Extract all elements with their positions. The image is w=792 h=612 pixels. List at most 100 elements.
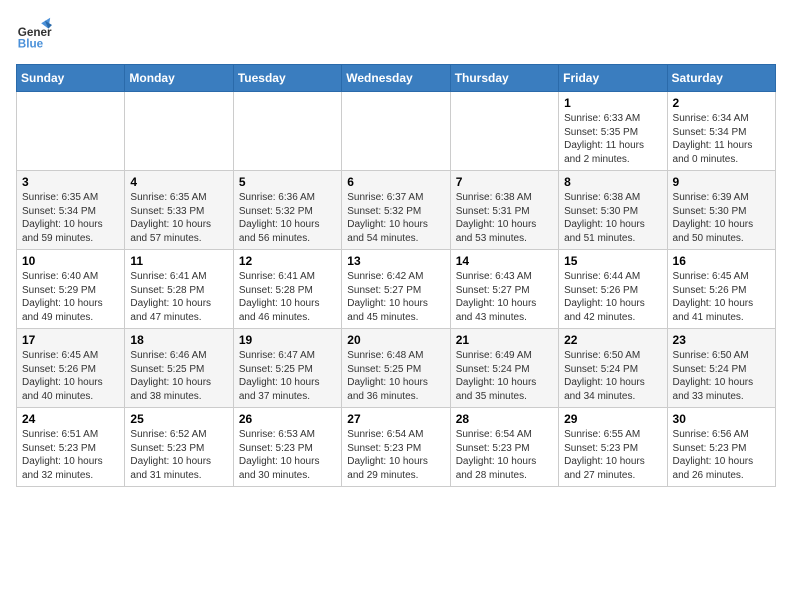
- day-info: Sunrise: 6:40 AM Sunset: 5:29 PM Dayligh…: [22, 270, 119, 324]
- day-number: 19: [239, 333, 336, 347]
- calendar-cell: 17Sunrise: 6:45 AM Sunset: 5:26 PM Dayli…: [17, 329, 125, 408]
- column-header-sunday: Sunday: [17, 65, 125, 92]
- logo-icon: General Blue: [16, 16, 52, 52]
- day-info: Sunrise: 6:43 AM Sunset: 5:27 PM Dayligh…: [456, 270, 553, 324]
- day-info: Sunrise: 6:35 AM Sunset: 5:33 PM Dayligh…: [130, 191, 227, 245]
- day-info: Sunrise: 6:46 AM Sunset: 5:25 PM Dayligh…: [130, 349, 227, 403]
- day-number: 23: [673, 333, 770, 347]
- calendar-cell: [125, 92, 233, 171]
- calendar-cell: 18 Sunrise: 6:46 AM Sunset: 5:25 PM Dayli…: [125, 329, 233, 408]
- day-number: 10: [22, 254, 119, 268]
- day-info: Sunrise: 6:45 AM Sunset: 5:26 PM Dayligh…: [673, 270, 770, 324]
- day-number: 28: [456, 412, 553, 426]
- day-number: 16: [673, 254, 770, 268]
- calendar-cell: [450, 92, 558, 171]
- calendar-cell: 10 Sunrise: 6:40 AM Sunset: 5:29 PM Dayli…: [17, 250, 125, 329]
- day-number: 14: [456, 254, 553, 268]
- calendar-cell: 1Sunrise: 6:33 AM Sunset: 5:35 PM Daylig…: [559, 92, 667, 171]
- day-number: 8: [564, 175, 661, 189]
- day-number: 13: [347, 254, 444, 268]
- calendar-cell: 26 Sunrise: 6:53 AM Sunset: 5:23 PM Dayli…: [233, 408, 341, 487]
- day-info: Sunrise: 6:38 AM Sunset: 5:30 PM Dayligh…: [564, 191, 661, 245]
- day-info: Sunrise: 6:49 AM Sunset: 5:24 PM Dayligh…: [456, 349, 553, 403]
- day-number: 7: [456, 175, 553, 189]
- day-info: Sunrise: 6:41 AM Sunset: 5:28 PM Dayligh…: [239, 270, 336, 324]
- calendar-cell: 9Sunrise: 6:39 AM Sunset: 5:30 PM Daylig…: [667, 171, 775, 250]
- day-info: Sunrise: 6:53 AM Sunset: 5:23 PM Dayligh…: [239, 428, 336, 482]
- day-number: 15: [564, 254, 661, 268]
- day-number: 20: [347, 333, 444, 347]
- day-info: Sunrise: 6:41 AM Sunset: 5:28 PM Dayligh…: [130, 270, 227, 324]
- day-number: 25: [130, 412, 227, 426]
- day-number: 12: [239, 254, 336, 268]
- week-row-4: 17Sunrise: 6:45 AM Sunset: 5:26 PM Dayli…: [17, 329, 776, 408]
- week-row-2: 3 Sunrise: 6:35 AM Sunset: 5:34 PM Daylig…: [17, 171, 776, 250]
- logo: General Blue: [16, 16, 52, 52]
- calendar-cell: 11 Sunrise: 6:41 AM Sunset: 5:28 PM Dayli…: [125, 250, 233, 329]
- day-info: Sunrise: 6:35 AM Sunset: 5:34 PM Dayligh…: [22, 191, 119, 245]
- day-info: Sunrise: 6:37 AM Sunset: 5:32 PM Dayligh…: [347, 191, 444, 245]
- calendar-cell: [342, 92, 450, 171]
- day-info: Sunrise: 6:33 AM Sunset: 5:35 PM Dayligh…: [564, 112, 661, 166]
- day-number: 18: [130, 333, 227, 347]
- calendar-cell: 4 Sunrise: 6:35 AM Sunset: 5:33 PM Daylig…: [125, 171, 233, 250]
- calendar-cell: 19 Sunrise: 6:47 AM Sunset: 5:25 PM Dayli…: [233, 329, 341, 408]
- calendar-cell: 29 Sunrise: 6:55 AM Sunset: 5:23 PM Dayli…: [559, 408, 667, 487]
- calendar-cell: 5Sunrise: 6:36 AM Sunset: 5:32 PM Daylig…: [233, 171, 341, 250]
- day-info: Sunrise: 6:42 AM Sunset: 5:27 PM Dayligh…: [347, 270, 444, 324]
- day-info: Sunrise: 6:47 AM Sunset: 5:25 PM Dayligh…: [239, 349, 336, 403]
- day-number: 6: [347, 175, 444, 189]
- week-row-1: 1Sunrise: 6:33 AM Sunset: 5:35 PM Daylig…: [17, 92, 776, 171]
- day-info: Sunrise: 6:54 AM Sunset: 5:23 PM Dayligh…: [456, 428, 553, 482]
- page-header: General Blue: [16, 16, 776, 52]
- calendar-cell: 24Sunrise: 6:51 AM Sunset: 5:23 PM Dayli…: [17, 408, 125, 487]
- calendar-cell: 22 Sunrise: 6:50 AM Sunset: 5:24 PM Dayli…: [559, 329, 667, 408]
- day-info: Sunrise: 6:44 AM Sunset: 5:26 PM Dayligh…: [564, 270, 661, 324]
- day-number: 21: [456, 333, 553, 347]
- day-number: 26: [239, 412, 336, 426]
- week-row-5: 24Sunrise: 6:51 AM Sunset: 5:23 PM Dayli…: [17, 408, 776, 487]
- column-header-saturday: Saturday: [667, 65, 775, 92]
- column-header-wednesday: Wednesday: [342, 65, 450, 92]
- day-info: Sunrise: 6:51 AM Sunset: 5:23 PM Dayligh…: [22, 428, 119, 482]
- calendar-cell: 28 Sunrise: 6:54 AM Sunset: 5:23 PM Dayli…: [450, 408, 558, 487]
- calendar-cell: 21 Sunrise: 6:49 AM Sunset: 5:24 PM Dayli…: [450, 329, 558, 408]
- column-header-thursday: Thursday: [450, 65, 558, 92]
- calendar-cell: 27Sunrise: 6:54 AM Sunset: 5:23 PM Dayli…: [342, 408, 450, 487]
- column-header-friday: Friday: [559, 65, 667, 92]
- calendar-cell: 23 Sunrise: 6:50 AM Sunset: 5:24 PM Dayli…: [667, 329, 775, 408]
- calendar-cell: 20 Sunrise: 6:48 AM Sunset: 5:25 PM Dayli…: [342, 329, 450, 408]
- day-info: Sunrise: 6:55 AM Sunset: 5:23 PM Dayligh…: [564, 428, 661, 482]
- day-number: 30: [673, 412, 770, 426]
- calendar-cell: 7Sunrise: 6:38 AM Sunset: 5:31 PM Daylig…: [450, 171, 558, 250]
- day-info: Sunrise: 6:48 AM Sunset: 5:25 PM Dayligh…: [347, 349, 444, 403]
- calendar-cell: [233, 92, 341, 171]
- day-number: 5: [239, 175, 336, 189]
- day-number: 11: [130, 254, 227, 268]
- calendar-cell: 25 Sunrise: 6:52 AM Sunset: 5:23 PM Dayli…: [125, 408, 233, 487]
- day-number: 4: [130, 175, 227, 189]
- day-info: Sunrise: 6:34 AM Sunset: 5:34 PM Dayligh…: [673, 112, 770, 166]
- calendar-cell: [17, 92, 125, 171]
- day-info: Sunrise: 6:45 AM Sunset: 5:26 PM Dayligh…: [22, 349, 119, 403]
- week-row-3: 10 Sunrise: 6:40 AM Sunset: 5:29 PM Dayli…: [17, 250, 776, 329]
- day-info: Sunrise: 6:56 AM Sunset: 5:23 PM Dayligh…: [673, 428, 770, 482]
- day-number: 22: [564, 333, 661, 347]
- day-info: Sunrise: 6:50 AM Sunset: 5:24 PM Dayligh…: [564, 349, 661, 403]
- day-number: 2: [673, 96, 770, 110]
- day-info: Sunrise: 6:39 AM Sunset: 5:30 PM Dayligh…: [673, 191, 770, 245]
- day-number: 3: [22, 175, 119, 189]
- column-header-tuesday: Tuesday: [233, 65, 341, 92]
- calendar-cell: 8 Sunrise: 6:38 AM Sunset: 5:30 PM Daylig…: [559, 171, 667, 250]
- day-number: 27: [347, 412, 444, 426]
- calendar-cell: 30 Sunrise: 6:56 AM Sunset: 5:23 PM Dayli…: [667, 408, 775, 487]
- calendar-cell: 14 Sunrise: 6:43 AM Sunset: 5:27 PM Dayli…: [450, 250, 558, 329]
- day-info: Sunrise: 6:50 AM Sunset: 5:24 PM Dayligh…: [673, 349, 770, 403]
- day-info: Sunrise: 6:52 AM Sunset: 5:23 PM Dayligh…: [130, 428, 227, 482]
- calendar-cell: 12 Sunrise: 6:41 AM Sunset: 5:28 PM Dayli…: [233, 250, 341, 329]
- column-header-monday: Monday: [125, 65, 233, 92]
- calendar-cell: 16 Sunrise: 6:45 AM Sunset: 5:26 PM Dayli…: [667, 250, 775, 329]
- day-number: 29: [564, 412, 661, 426]
- calendar-table: SundayMondayTuesdayWednesdayThursdayFrid…: [16, 64, 776, 487]
- svg-text:Blue: Blue: [18, 38, 44, 51]
